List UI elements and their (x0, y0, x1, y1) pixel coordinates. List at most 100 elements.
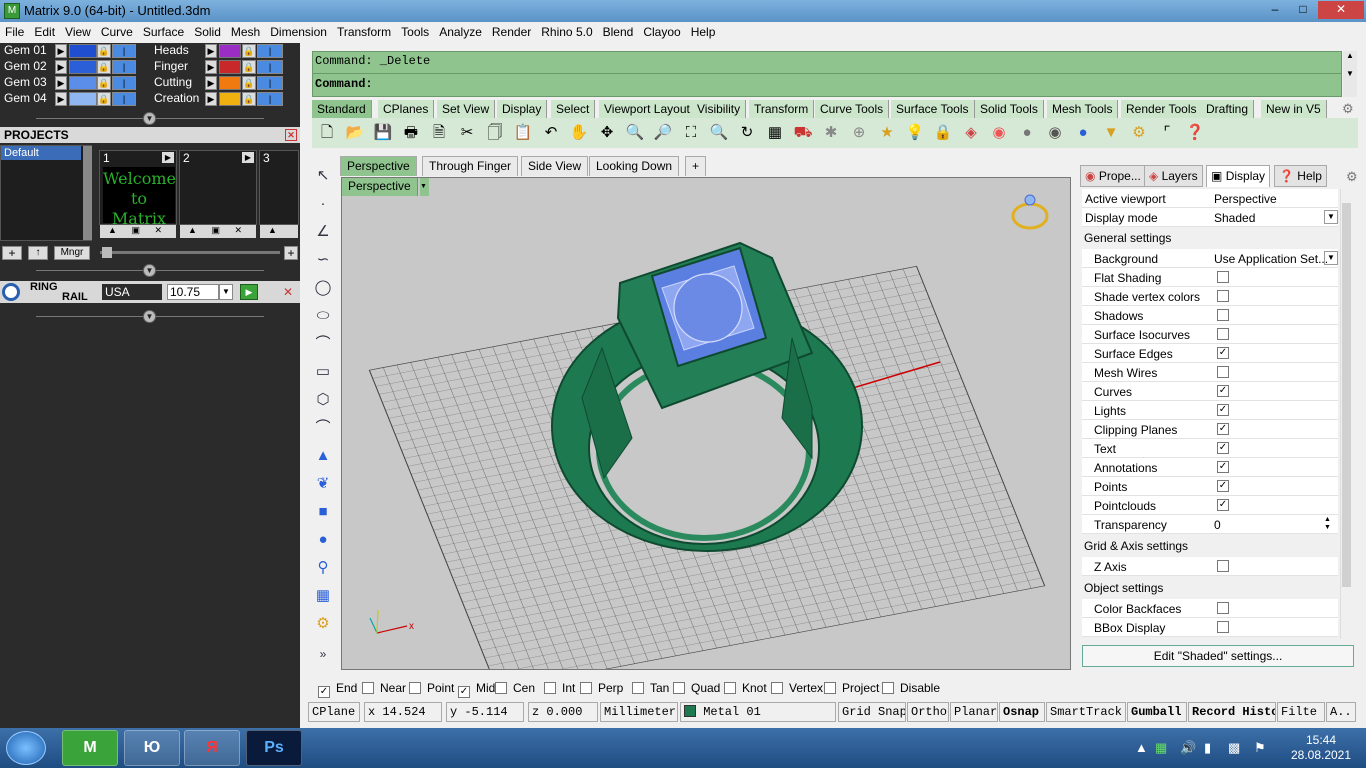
tab-cplanes[interactable]: CPlanes (378, 100, 435, 118)
visibility-bar-icon[interactable]: | (112, 92, 136, 106)
tab-perspective[interactable]: Perspective (340, 156, 417, 176)
color-wheel-icon[interactable]: ◉ (988, 122, 1010, 144)
gear-icon[interactable]: ⚙ (1342, 101, 1354, 117)
visibility-bar-icon[interactable]: | (112, 60, 136, 74)
command-area[interactable]: Command: _Delete Command: (312, 51, 1342, 97)
menu-solid[interactable]: Solid (189, 22, 226, 39)
filter-toggle[interactable]: Filte (1277, 702, 1325, 722)
transparency-input[interactable]: 0 (1214, 518, 1221, 532)
chevron-down-icon[interactable]: ▼ (1324, 251, 1338, 265)
light-bulb-icon[interactable]: 💡 (904, 122, 926, 144)
setting-checkbox[interactable]: ✓ (1217, 442, 1229, 454)
cplane-icon[interactable]: ⊕ (848, 122, 870, 144)
lock-icon[interactable]: 🔒 (932, 122, 954, 144)
tab-select[interactable]: Select (551, 100, 596, 118)
gear-icon[interactable]: ⚙ (1346, 169, 1358, 185)
osnap-point[interactable]: Point (409, 681, 454, 695)
setting-row[interactable]: Mesh Wires (1082, 363, 1338, 382)
ring-standard-select[interactable]: USA (102, 284, 162, 300)
tab-curve-tools[interactable]: Curve Tools (815, 100, 890, 118)
osnap-checkbox[interactable] (771, 682, 783, 694)
lock-icon[interactable]: 🔒 (97, 92, 111, 106)
expand-arrow-icon[interactable]: ▶ (205, 44, 217, 58)
project-list[interactable]: Default (0, 145, 92, 241)
setting-checkbox[interactable] (1217, 290, 1229, 302)
setting-checkbox[interactable]: ✓ (1217, 347, 1229, 359)
tab-render-tools[interactable]: Render Tools (1121, 100, 1203, 118)
ju-app-taskbar-icon[interactable]: Ю (124, 730, 180, 766)
osnap-int[interactable]: Int (544, 681, 575, 695)
setting-row[interactable]: Flat Shading (1082, 268, 1338, 287)
z-axis-row[interactable]: Z Axis (1082, 557, 1338, 576)
setting-checkbox[interactable]: ✓ (1217, 499, 1229, 511)
add-icon[interactable]: + (284, 246, 298, 260)
play-icon[interactable]: ▶ (240, 284, 258, 300)
smarttrack-toggle[interactable]: SmartTrack (1046, 702, 1126, 722)
osnap-tan[interactable]: Tan (632, 681, 669, 695)
show-hidden-icon[interactable]: ▲ (1135, 740, 1148, 755)
osnap-checkbox[interactable]: ✓ (318, 686, 330, 698)
tab-visibility[interactable]: Visibility (692, 100, 747, 118)
maximize-button[interactable]: □ (1290, 1, 1316, 19)
tab-properties[interactable]: ◉ Prope... (1080, 165, 1146, 187)
z-axis-checkbox[interactable] (1217, 560, 1229, 572)
circle-icon[interactable]: ◯ (311, 276, 335, 300)
tab-layers[interactable]: ◈ Layers (1144, 165, 1203, 187)
zoom-window-icon[interactable]: 🔎 (652, 122, 674, 144)
more-tools-icon[interactable]: » (311, 642, 335, 666)
layer-row-creation[interactable]: Creation ▶ 🔒 | (154, 91, 289, 107)
matrix-tray-icon[interactable]: ▦ (1155, 740, 1167, 756)
layer-row-gem01[interactable]: Gem 01 ▶ 🔒 | (4, 43, 144, 59)
scrollbar-thumb[interactable] (1342, 203, 1351, 587)
start-button[interactable] (6, 731, 46, 765)
panel-scrollbar[interactable] (1340, 189, 1352, 639)
add-icon[interactable]: + (2, 246, 22, 260)
visibility-bar-icon[interactable]: | (257, 92, 283, 106)
color-backfaces-row[interactable]: Color Backfaces (1082, 599, 1338, 618)
project-slot-2[interactable]: 2 ▶ (179, 150, 257, 225)
paste-icon[interactable]: 📋 (512, 122, 534, 144)
ring-size-input[interactable]: 10.75 (167, 284, 219, 300)
ellipse-icon[interactable]: ⬭ (311, 304, 335, 328)
menu-transform[interactable]: Transform (332, 22, 396, 39)
osnap-perp[interactable]: Perp (580, 681, 623, 695)
arc-icon[interactable]: ⌒ (311, 332, 335, 356)
tab-new-in-v5[interactable]: New in V5 (1261, 100, 1327, 118)
tab-display[interactable]: Display (497, 100, 548, 118)
layer-row-finger[interactable]: Finger ▶ 🔒 | (154, 59, 289, 75)
osnap-checkbox[interactable] (673, 682, 685, 694)
osnap-checkbox[interactable] (882, 682, 894, 694)
transparency-row[interactable]: Transparency 0 ▲ ▼ (1082, 515, 1338, 534)
expand-arrow-icon[interactable]: ▶ (205, 92, 217, 106)
units-label[interactable]: Millimeters (600, 702, 678, 722)
filter-icon[interactable]: ▼ (1100, 122, 1122, 144)
layer-color-swatch[interactable] (69, 60, 97, 74)
tab-set-view[interactable]: Set View (437, 100, 496, 118)
setting-row[interactable]: Lights ✓ (1082, 401, 1338, 420)
snap-icon[interactable]: ⌜ (1156, 122, 1178, 144)
visibility-bar-icon[interactable]: | (257, 44, 283, 58)
surface-icon[interactable]: ▲ (311, 444, 335, 468)
osnap-checkbox[interactable] (580, 682, 592, 694)
osnap-checkbox[interactable] (495, 682, 507, 694)
command-scrollbar[interactable]: ▲ ▼ (1343, 51, 1357, 97)
command-prompt[interactable]: Command: (313, 74, 1341, 94)
pan-hand-icon[interactable]: ✋ (568, 122, 590, 144)
open-folder-icon[interactable]: 📂 (344, 122, 366, 144)
boolean-icon[interactable]: ● (311, 528, 335, 552)
tab-display[interactable]: ▣ Display (1206, 165, 1271, 187)
setting-checkbox[interactable]: ✓ (1217, 423, 1229, 435)
clock[interactable]: 15:44 28.08.2021 (1286, 733, 1356, 763)
lock-icon[interactable]: 🔒 (97, 76, 111, 90)
zoom-extents-icon[interactable]: ⛶ (680, 122, 702, 144)
close-icon[interactable]: ✕ (281, 285, 295, 299)
spinner-icon[interactable]: ▲ ▼ (1324, 516, 1331, 532)
chevron-down-icon[interactable]: ▼ (219, 284, 233, 300)
slider-thumb[interactable] (102, 247, 112, 258)
visibility-bar-icon[interactable]: | (257, 76, 283, 90)
tab-help[interactable]: ❓ Help (1274, 165, 1327, 187)
layer-color-swatch[interactable] (69, 92, 97, 106)
menu-help[interactable]: Help (686, 22, 721, 39)
manager-button[interactable]: Mngr (54, 246, 90, 260)
layer-color-swatch[interactable] (219, 76, 241, 90)
